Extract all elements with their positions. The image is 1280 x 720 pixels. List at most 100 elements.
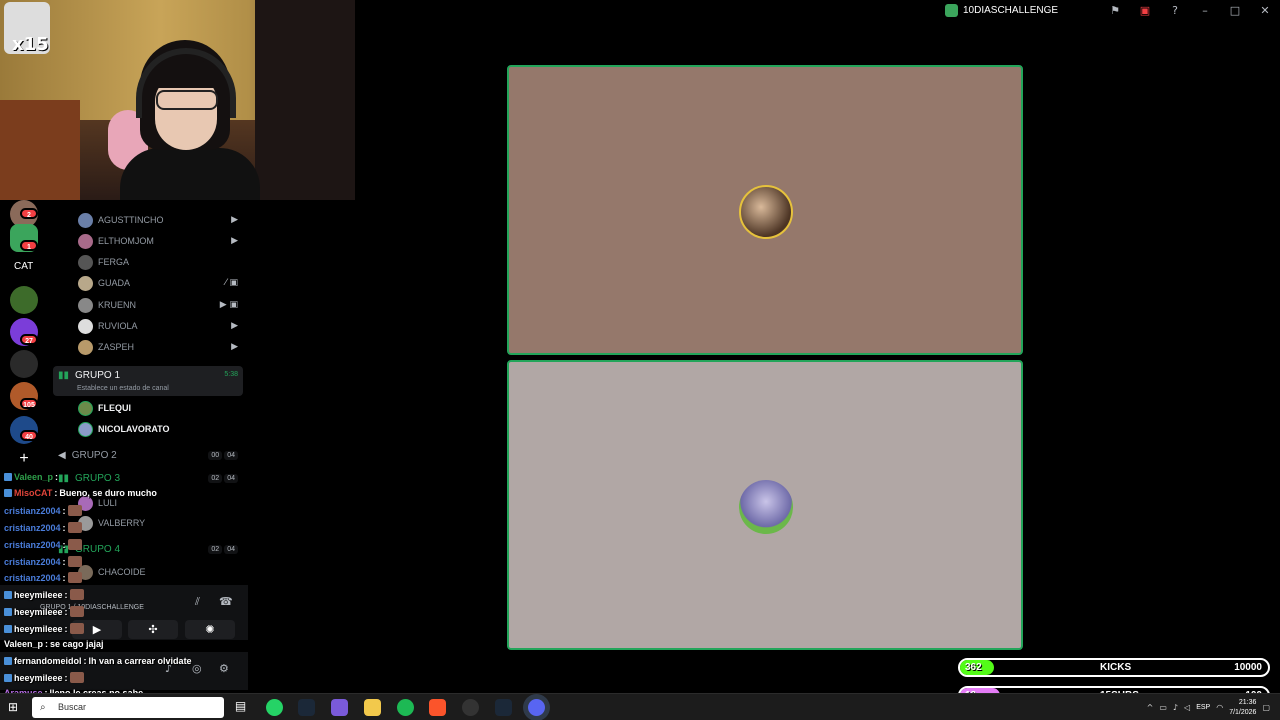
voice-user[interactable]: ELTHOMJOM	[78, 233, 154, 249]
voice-user-name: RUVIOLA	[98, 321, 138, 331]
server-icon-3[interactable]	[10, 286, 38, 314]
emote-icon	[69, 589, 84, 600]
avatar	[78, 297, 93, 313]
chat-user: heeymileee	[14, 623, 63, 634]
chat-sep: :	[62, 556, 66, 567]
emote-icon	[69, 672, 84, 683]
network-icon[interactable]: ▭	[1159, 703, 1167, 712]
voice-user[interactable]: FLEQUI	[78, 400, 131, 416]
voice-user-name: ELTHOMJOM	[98, 236, 154, 246]
obs-icon[interactable]	[462, 699, 479, 716]
chat-sep: :	[54, 488, 58, 498]
channel-status[interactable]: Establece un estado de canal	[77, 385, 169, 392]
participant-avatar	[739, 480, 793, 534]
voice-user[interactable]: NICOLAVORATO	[78, 421, 170, 437]
whatsapp-icon[interactable]	[266, 699, 283, 716]
avatar	[78, 318, 93, 334]
kicks-goal-bar: 362 KICKS 10000	[958, 658, 1270, 677]
screen-share-icon[interactable]: ▣	[1130, 3, 1160, 19]
voice-user[interactable]: CHACOIDE	[78, 564, 146, 580]
disconnect-icon[interactable]: ☎	[219, 595, 233, 608]
voice-user[interactable]: AGUSTTINCHO	[78, 212, 164, 228]
server-icon-5[interactable]	[10, 350, 38, 378]
count-b: 04	[224, 451, 238, 460]
chat-user: Valeen_p	[14, 472, 54, 482]
volume-icon[interactable]: ◁	[1184, 703, 1190, 712]
clock[interactable]: 21:36 7/1/2026	[1229, 698, 1256, 718]
camera-icon: ▶	[231, 321, 238, 331]
inbox-icon[interactable]: ⚑	[1100, 3, 1130, 19]
voice-user[interactable]: VALBERRY	[78, 515, 145, 531]
chat-message: Bueno, se duro mucho	[59, 488, 157, 498]
avatar	[78, 275, 93, 291]
channel-name-grupo-2[interactable]: ◀ GRUPO 2	[58, 450, 117, 461]
voice-user-name: AGUSTTINCHO	[98, 215, 164, 225]
avatar	[78, 212, 93, 228]
emote-icon	[67, 572, 82, 583]
video-tile-nicolavorato[interactable]	[507, 360, 1023, 650]
badge-icon	[4, 489, 12, 497]
maximize-icon[interactable]: □	[1220, 3, 1250, 19]
video-tile-flequi[interactable]	[507, 65, 1023, 355]
voice-user[interactable]: FERGA	[78, 254, 129, 270]
chat-user: Valeen_p	[4, 639, 44, 649]
channel-name-grupo-1[interactable]: ▮▮ GRUPO 1	[58, 370, 120, 381]
help-icon[interactable]: ?	[1160, 3, 1190, 19]
chat-user: fernandomeidol	[14, 656, 82, 666]
start-icon[interactable]: ⊞	[8, 701, 21, 714]
spotify-icon[interactable]	[397, 699, 414, 716]
badge-icon	[4, 657, 12, 665]
steam-2-icon[interactable]	[495, 699, 512, 716]
wifi-icon[interactable]: ◠	[1216, 703, 1223, 712]
chat-sep: :	[55, 472, 59, 482]
close-icon[interactable]: ✕	[1250, 3, 1280, 19]
discord-icon[interactable]	[528, 699, 545, 716]
language-indicator[interactable]: ESP	[1196, 704, 1210, 711]
soundboard-button[interactable]: ✺	[185, 620, 235, 639]
chat-sep: :	[83, 656, 87, 666]
headphones-icon[interactable]: ◎	[192, 662, 202, 675]
server-badge-1: 2	[20, 208, 38, 219]
file-explorer-icon[interactable]	[364, 699, 381, 716]
voice-user[interactable]: ZASPEH	[78, 339, 134, 355]
voice-user-name: CHACOIDE	[98, 567, 146, 577]
voice-user[interactable]: KRUENN	[78, 297, 136, 313]
activities-button[interactable]: ✣	[128, 620, 178, 639]
speaker-icon: ▮▮	[58, 370, 70, 381]
chevron-up-icon[interactable]: ^	[1147, 703, 1154, 712]
copilot-icon[interactable]	[331, 699, 348, 716]
noise-suppression-icon[interactable]: ⫽	[195, 595, 200, 609]
chat-user: MisoCAT	[14, 488, 53, 498]
emote-icon	[67, 556, 82, 567]
goal-target: 10000	[1234, 662, 1262, 673]
taskbar-search[interactable]: ⌕ Buscar	[32, 697, 224, 718]
chat-user: heeymileee	[14, 589, 63, 600]
channel-label: GRUPO 4	[75, 544, 121, 555]
emote-icon	[67, 505, 82, 516]
minimize-icon[interactable]: –	[1190, 3, 1220, 19]
microphone-tray-icon[interactable]: ♪	[1173, 703, 1178, 712]
chat-user: heeymileee	[14, 672, 63, 683]
server-badge-4: 105	[20, 398, 38, 409]
badge-icon	[4, 607, 12, 616]
steam-icon[interactable]	[298, 699, 315, 716]
system-tray: ^ ▭ ♪ ◁ ESP ◠ 21:36 7/1/2026 ▢	[1147, 694, 1280, 720]
settings-icon[interactable]: ⚙	[219, 662, 229, 675]
chat-sep: :	[64, 623, 68, 634]
channel-name-grupo-3[interactable]: ▮▮ GRUPO 3	[58, 473, 120, 484]
count-b: 04	[224, 474, 238, 483]
count-b: 04	[224, 545, 238, 554]
notifications-icon[interactable]: ▢	[1262, 703, 1270, 712]
voice-user[interactable]: GUADA	[78, 275, 130, 291]
emote-icon	[69, 606, 84, 617]
avatar	[78, 254, 93, 270]
voice-user[interactable]: RUVIOLA	[78, 318, 138, 334]
voice-user-name: GUADA	[98, 278, 131, 288]
task-view-icon[interactable]: ▤	[232, 699, 249, 716]
add-server-icon[interactable]: +	[16, 451, 32, 468]
camera-stream-icon: ▶ ▣	[219, 300, 238, 310]
chat-line: cristianz2004:	[4, 522, 82, 533]
brave-icon[interactable]	[429, 699, 446, 716]
emote-icon	[69, 623, 84, 634]
server-title: 10DIASCHALLENGE	[945, 4, 1058, 17]
